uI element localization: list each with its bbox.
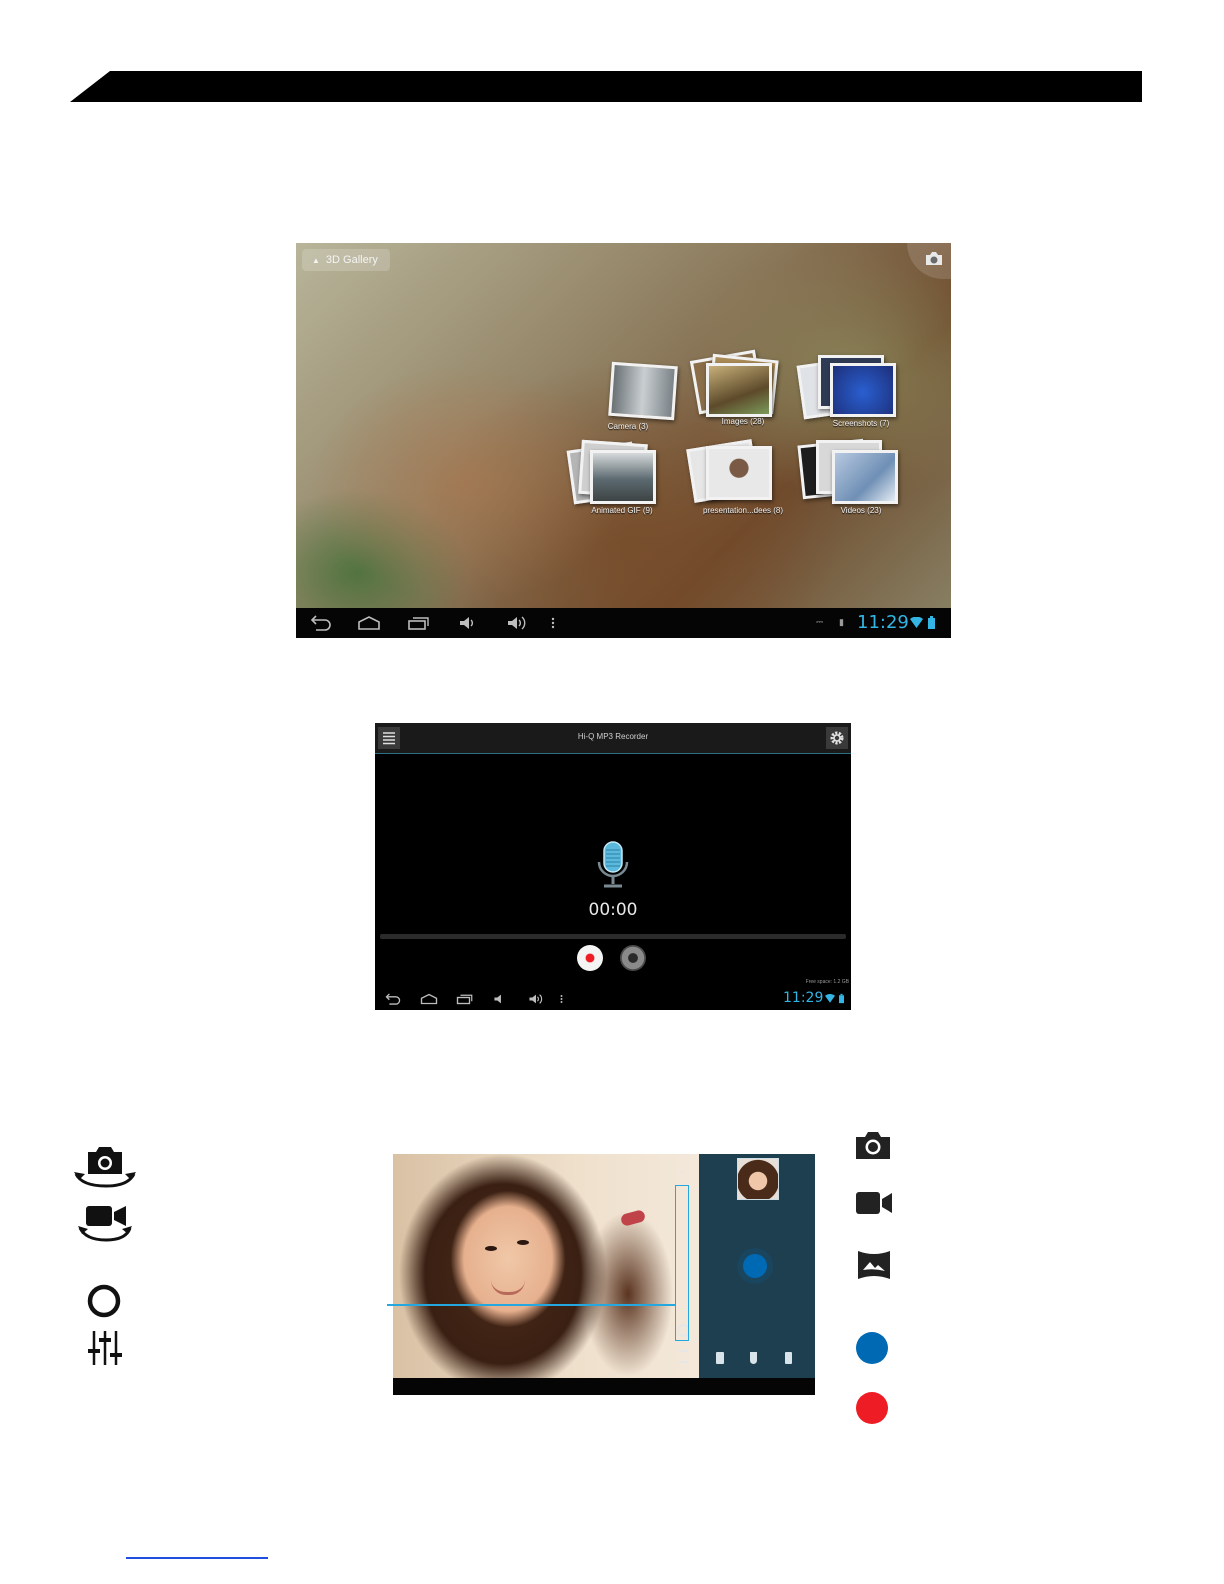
video-camera-icon [856, 1192, 892, 1214]
volume-up-icon[interactable] [506, 615, 528, 631]
switch-camera-icon[interactable] [679, 1350, 688, 1363]
footer-link-underline[interactable] [126, 1557, 268, 1559]
caret-up-icon: ▲ [312, 256, 320, 265]
panorama-mode-icon[interactable] [785, 1352, 792, 1364]
camera-icon [856, 1132, 890, 1159]
recorder-action-bar: Hi-Q MP3 Recorder [375, 723, 851, 754]
gear-icon [830, 731, 844, 745]
volume-down-icon[interactable] [458, 615, 476, 631]
album-camera[interactable]: Camera (3) [568, 356, 678, 438]
gallery-screenshot: ▲ 3D Gallery Camera (3) Images (28) Scree… [296, 243, 951, 638]
recording-progress-bar [380, 934, 846, 939]
hair-bow [619, 1209, 647, 1227]
gallery-title: 3D Gallery [325, 254, 378, 266]
recent-apps-icon[interactable] [456, 993, 474, 1005]
gallery-title-bar[interactable]: ▲ 3D Gallery [302, 249, 390, 271]
album-thumbnail [830, 363, 896, 417]
microphone-icon [597, 841, 629, 888]
section-header-banner [70, 71, 1142, 102]
album-thumbnail [706, 363, 772, 417]
sd-card-icon: ▮ [839, 617, 844, 627]
gallery-camera-button[interactable] [907, 243, 951, 279]
system-navigation-bar [393, 1378, 815, 1395]
camera-control-panel [699, 1154, 815, 1378]
camera-switch-icon [74, 1147, 136, 1188]
battery-icon [928, 616, 935, 629]
album-thumbnail [832, 450, 898, 504]
callout-line [387, 1304, 675, 1306]
last-photo-thumbnail[interactable] [737, 1158, 779, 1200]
recorder-title: Hi-Q MP3 Recorder [577, 732, 649, 741]
album-label: Animated GIF (9) [591, 506, 653, 515]
photo-mode-icon[interactable] [716, 1352, 724, 1364]
viewfinder-eye [517, 1240, 529, 1245]
wifi-icon [825, 994, 835, 1003]
controls-highlight-box [675, 1185, 689, 1341]
free-space-label: Free space: 1.2 GB [805, 979, 849, 985]
wifi-icon [910, 617, 923, 628]
home-icon[interactable] [357, 615, 381, 631]
system-navigation-bar: ⎓ ▮ 11:29 [296, 608, 951, 638]
system-navigation-bar: 11:29 [375, 988, 851, 1010]
camera-screenshot: › [393, 1154, 815, 1395]
collapse-arrow-icon[interactable]: › [680, 1166, 683, 1177]
shutter-button[interactable] [743, 1254, 767, 1278]
album-presentation[interactable]: presentation...dees (8) [678, 439, 788, 522]
panorama-icon [858, 1251, 890, 1279]
camera-icon [926, 252, 942, 265]
album-label: Screenshots (7) [832, 419, 890, 428]
status-clock: 11:29 [857, 612, 909, 633]
album-thumbnail [590, 450, 656, 504]
camera-viewfinder[interactable] [393, 1154, 699, 1378]
album-label: Videos (23) [840, 506, 882, 515]
circle-ring-icon [87, 1284, 121, 1318]
viewfinder-eye [485, 1246, 497, 1251]
battery-icon [839, 993, 844, 1004]
menu-dots-icon[interactable] [551, 615, 555, 631]
blue-dot-icon [856, 1332, 888, 1364]
stop-button[interactable] [620, 945, 646, 971]
album-thumbnail [608, 361, 678, 421]
album-videos[interactable]: Videos (23) [796, 438, 906, 522]
sliders-icon [88, 1331, 122, 1365]
album-label: Camera (3) [607, 422, 649, 431]
status-clock: 11:29 [783, 990, 824, 1006]
recent-apps-icon[interactable] [407, 615, 431, 631]
video-switch-icon [78, 1206, 132, 1242]
volume-down-icon[interactable] [493, 993, 506, 1005]
back-icon[interactable] [385, 993, 401, 1005]
volume-up-icon[interactable] [528, 993, 544, 1005]
usb-icon: ⎓ [816, 617, 824, 627]
back-icon[interactable] [310, 615, 332, 631]
recording-timer: 00:00 [588, 900, 638, 920]
album-animated-gif[interactable]: Animated GIF (9) [566, 439, 678, 522]
record-button[interactable] [577, 945, 603, 971]
recorder-screenshot: Hi-Q MP3 Recorder 00:00 Free space: 1.2 … [375, 723, 851, 1010]
red-dot-icon [856, 1392, 888, 1424]
album-images[interactable]: Images (28) [678, 349, 788, 433]
settings-button[interactable] [826, 727, 848, 749]
album-label: Images (28) [721, 417, 765, 426]
video-mode-icon[interactable] [750, 1352, 757, 1364]
album-thumbnail [706, 446, 772, 500]
viewfinder-smile [491, 1280, 525, 1295]
album-screenshots[interactable]: Screenshots (7) [796, 353, 906, 435]
album-label: presentation...dees (8) [702, 506, 784, 515]
home-icon[interactable] [420, 993, 438, 1005]
menu-dots-icon[interactable] [560, 993, 563, 1005]
